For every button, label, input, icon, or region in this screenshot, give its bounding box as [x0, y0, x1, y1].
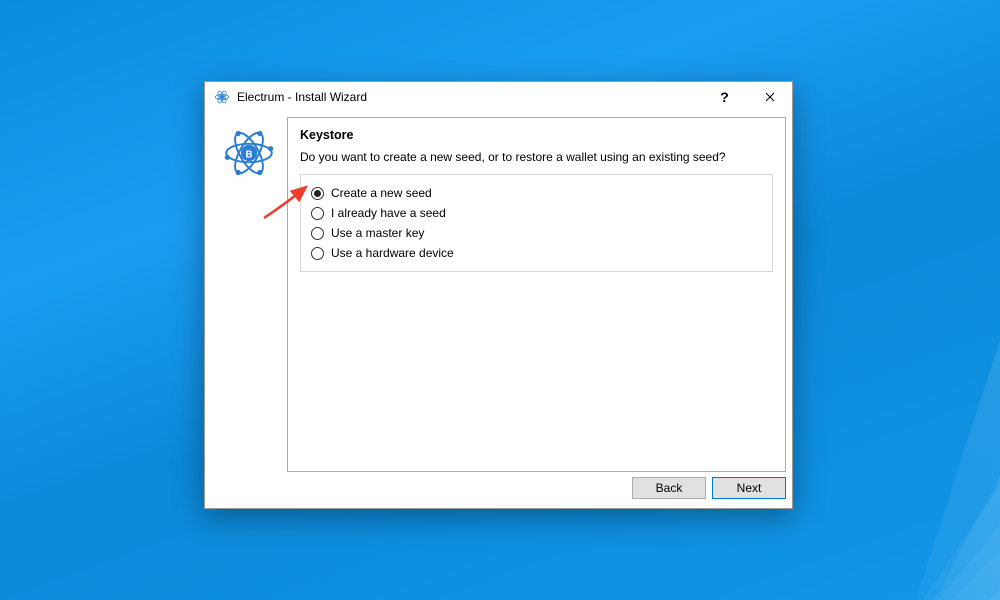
radio-icon: [311, 187, 324, 200]
radio-icon: [311, 207, 324, 220]
radio-use-master-key[interactable]: Use a master key: [311, 223, 762, 243]
radio-label: Use a hardware device: [331, 246, 454, 260]
help-button[interactable]: ?: [702, 82, 747, 112]
wizard-sidebar: B: [211, 117, 287, 472]
close-button[interactable]: [747, 82, 792, 112]
wizard-footer: Back Next: [205, 472, 792, 508]
window-title: Electrum - Install Wizard: [237, 90, 367, 104]
keystore-options-group: Create a new seed I already have a seed …: [300, 174, 773, 272]
svg-text:B: B: [245, 149, 252, 160]
next-button[interactable]: Next: [712, 477, 786, 499]
section-heading: Keystore: [300, 128, 773, 142]
radio-use-hardware-device[interactable]: Use a hardware device: [311, 243, 762, 263]
radio-create-new-seed[interactable]: Create a new seed: [311, 183, 762, 203]
titlebar[interactable]: Electrum - Install Wizard ?: [205, 82, 792, 112]
radio-icon: [311, 247, 324, 260]
radio-icon: [311, 227, 324, 240]
radio-already-have-seed[interactable]: I already have a seed: [311, 203, 762, 223]
light-ray: [869, 0, 1000, 600]
radio-label: I already have a seed: [331, 206, 446, 220]
radio-label: Use a master key: [331, 226, 424, 240]
radio-label: Create a new seed: [331, 186, 432, 200]
desktop-background: Electrum - Install Wizard ?: [0, 0, 1000, 600]
install-wizard-window: Electrum - Install Wizard ?: [204, 81, 793, 509]
electrum-logo-icon: B: [223, 127, 275, 472]
wizard-content-panel: Keystore Do you want to create a new see…: [287, 117, 786, 472]
section-prompt: Do you want to create a new seed, or to …: [300, 150, 773, 164]
electrum-icon: [213, 88, 231, 106]
back-button[interactable]: Back: [632, 477, 706, 499]
